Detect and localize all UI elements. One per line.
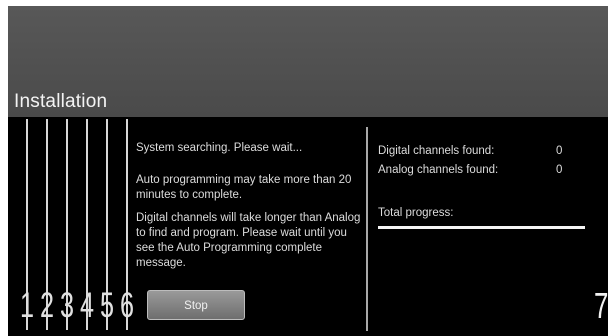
header-bar: Installation — [8, 6, 608, 117]
digital-channels-value: 0 — [556, 145, 563, 157]
status-message: System searching. Please wait... — [136, 142, 303, 154]
step-number-5: 5 — [100, 286, 115, 325]
analog-channels-label: Analog channels found: — [378, 164, 499, 176]
total-progress-fill — [378, 226, 585, 229]
duration-note: Auto programming may take more than 20 m… — [136, 174, 352, 201]
tv-screen: Installation 1 2 3 4 5 6 System searchin… — [8, 6, 608, 336]
step-number-3: 3 — [60, 286, 75, 325]
step-number-4: 4 — [80, 286, 95, 325]
panel-divider — [366, 127, 368, 331]
total-progress-bar — [378, 226, 585, 229]
step-number-1: 1 — [20, 286, 35, 325]
digital-channels-label: Digital channels found: — [378, 145, 495, 157]
step-number-current: 7 — [594, 285, 608, 326]
step-number-6: 6 — [120, 286, 135, 325]
analog-channels-value: 0 — [556, 164, 563, 176]
digital-analog-note: Digital channels will take longer than A… — [136, 212, 361, 269]
total-progress-label: Total progress: — [378, 207, 454, 219]
installation-panel: 1 2 3 4 5 6 System searching. Please wai… — [8, 117, 608, 336]
step-number-2: 2 — [40, 286, 55, 325]
page-title: Installation — [14, 91, 108, 112]
stop-button[interactable]: Stop — [147, 290, 245, 320]
